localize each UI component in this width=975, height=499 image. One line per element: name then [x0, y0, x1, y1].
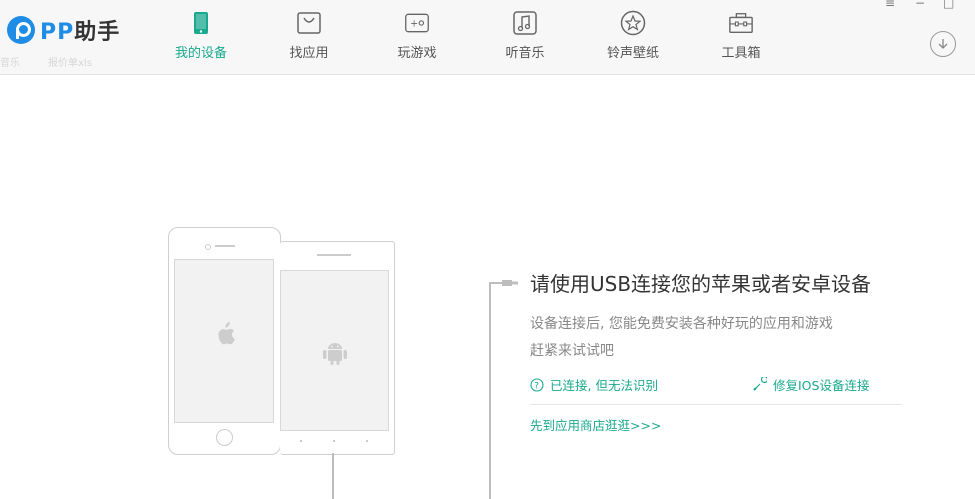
desktop-ghost-label: 音乐	[0, 58, 20, 69]
tab-play-games[interactable]: + 玩游戏	[395, 0, 439, 74]
connect-description-line2: 赶紧来试试吧	[530, 343, 614, 359]
app-logo: PP助手	[7, 14, 120, 46]
tab-label: 玩游戏	[397, 46, 437, 61]
desktop-ghost-label: 报价单xls	[48, 58, 92, 69]
android-screen	[280, 270, 389, 431]
star-icon	[620, 10, 646, 36]
tab-label: 我的设备	[174, 46, 227, 61]
svg-text:+: +	[410, 18, 418, 29]
toolbox-icon	[728, 10, 754, 36]
iphone-screen	[174, 259, 274, 423]
tab-label: 铃声壁纸	[606, 46, 659, 61]
tab-label: 听音乐	[505, 46, 545, 61]
home-button	[216, 429, 233, 446]
app-store-label: 先到应用商店逛逛>>>	[530, 418, 662, 433]
connector-line	[489, 282, 491, 499]
tablet-icon	[188, 10, 214, 36]
top-bar: PP助手 音乐 报价单xls 我的设备 找应用 + 玩游戏 听音乐 铃声壁纸 工…	[0, 0, 975, 75]
minimize-button[interactable]: −	[915, 0, 925, 10]
wrench-icon	[753, 377, 767, 391]
divider	[530, 404, 902, 405]
question-circle-icon: ?	[530, 377, 544, 392]
tab-find-apps[interactable]: 找应用	[287, 0, 331, 74]
tab-my-device[interactable]: 我的设备	[172, 0, 230, 74]
connect-description-line1: 设备连接后, 您能免费安装各种好玩的应用和游戏	[530, 316, 833, 332]
usb-plug-icon	[502, 280, 518, 286]
connected-unrecognized-link[interactable]: ? 已连接, 但无法识别	[530, 375, 658, 394]
tab-label: 工具箱	[721, 46, 761, 61]
gamepad-icon: +	[404, 10, 430, 36]
pp-logo-icon	[7, 16, 35, 44]
logo-text-cn: 助手	[74, 20, 121, 45]
tab-music[interactable]: 听音乐	[503, 0, 547, 74]
tab-label: 找应用	[289, 46, 329, 61]
iphone-illustration	[168, 227, 281, 455]
svg-text:?: ?	[534, 381, 539, 391]
bag-icon	[296, 10, 322, 36]
apple-icon	[218, 322, 235, 345]
download-arrow-icon	[938, 39, 948, 49]
music-note-icon	[512, 10, 538, 36]
menu-button[interactable]: ≡	[885, 0, 895, 10]
connect-headline: 请使用USB连接您的苹果或者安卓设备	[530, 272, 872, 296]
repair-ios-connection-label: 修复IOS设备连接	[773, 378, 870, 393]
android-icon	[323, 343, 347, 365]
tab-ringtones-wallpapers[interactable]: 铃声壁纸	[604, 0, 662, 74]
connected-unrecognized-label: 已连接, 但无法识别	[550, 378, 658, 393]
maximize-button[interactable]: □	[943, 0, 954, 10]
app-store-link[interactable]: 先到应用商店逛逛>>>	[530, 415, 661, 434]
download-button[interactable]	[930, 31, 956, 57]
tab-toolbox[interactable]: 工具箱	[719, 0, 763, 74]
android-phone-illustration	[280, 241, 395, 455]
usb-cable-line	[332, 453, 334, 499]
repair-ios-connection-link[interactable]: 修复IOS设备连接	[752, 375, 869, 394]
logo-text: PP	[40, 20, 75, 45]
